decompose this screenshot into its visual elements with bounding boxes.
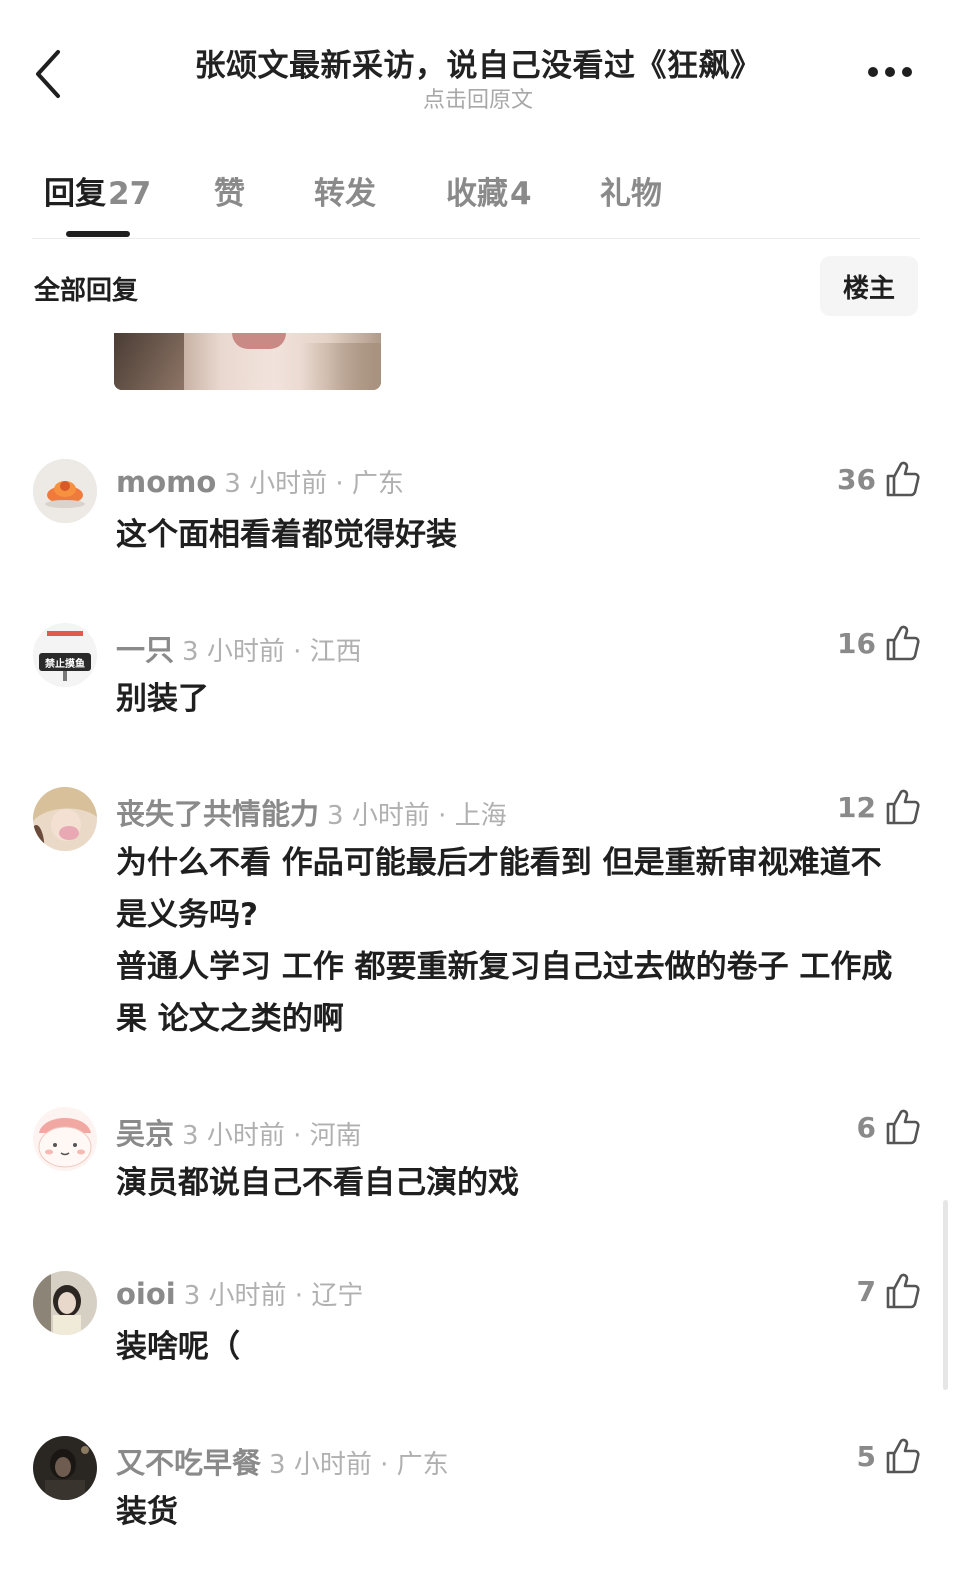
tab-replies[interactable]: 回复27 [44, 168, 151, 213]
comment-meta: 3 小时前 · 江西 [182, 637, 362, 667]
username[interactable]: oioi [116, 1277, 176, 1311]
avatar[interactable]: 禁止摸鱼 [33, 623, 97, 687]
avatar[interactable] [33, 459, 97, 523]
tab-count: 27 [108, 176, 152, 212]
avatar[interactable] [33, 1271, 97, 1335]
avatar-image [33, 787, 97, 851]
avatar-sign-text: 禁止摸鱼 [45, 659, 85, 670]
thumbs-up-icon [886, 625, 920, 661]
like-count: 7 [856, 1274, 876, 1308]
comment-text: 别装了 [116, 681, 209, 717]
all-replies-label: 全部回复 [34, 276, 139, 306]
comment-image[interactable] [114, 333, 381, 390]
like-button[interactable]: 36 [837, 459, 920, 499]
tab-favorites[interactable]: 收藏4 [446, 168, 532, 213]
comment-text: 为什么不看 作品可能最后才能看到 但是重新审视难道不是义务吗? 普通人学习 工作… [116, 845, 893, 1037]
comment-meta: 3 小时前 · 辽宁 [183, 1281, 364, 1311]
view-original-link[interactable]: 点击回原文 [0, 82, 956, 114]
comment-meta: 3 小时前 · 广东 [224, 469, 404, 499]
comment-meta: 3 小时前 · 上海 [327, 801, 507, 831]
username[interactable]: 一只 [116, 633, 174, 667]
thumbs-up-icon [886, 1109, 920, 1145]
username[interactable]: 丧失了共情能力 [116, 797, 319, 831]
more-dots-icon [868, 67, 912, 77]
like-button[interactable]: 6 [857, 1107, 920, 1147]
tab-label: 收藏 [446, 176, 508, 212]
username[interactable]: 吴京 [116, 1117, 174, 1151]
comment-text: 演员都说自己不看自己演的戏 [116, 1165, 519, 1201]
active-tab-indicator [66, 231, 130, 237]
tab-label: 回复 [44, 176, 106, 212]
post-title: 张颂文最新采访，说自己没看过《狂飙》 [194, 48, 762, 84]
comment-text: 这个面相看着都觉得好装 [116, 517, 457, 553]
comment-text: 装货 [116, 1494, 178, 1530]
avatar[interactable] [33, 787, 97, 851]
avatar[interactable] [33, 1107, 97, 1171]
avatar-image [33, 1271, 97, 1335]
like-count: 16 [837, 626, 876, 660]
comment-meta: 3 小时前 · 广东 [269, 1450, 449, 1480]
thumbs-up-icon [886, 1438, 920, 1474]
tab-count: 4 [510, 176, 532, 212]
tab-gifts[interactable]: 礼物 [600, 168, 662, 213]
like-button[interactable]: 5 [857, 1436, 920, 1476]
avatar[interactable] [33, 1436, 97, 1500]
comment-meta: 3 小时前 · 河南 [182, 1121, 362, 1151]
tab-likes[interactable]: 赞 [214, 168, 245, 213]
comment-text: 装啥呢（ [116, 1329, 240, 1365]
avatar-image [33, 1436, 97, 1500]
more-button[interactable] [866, 62, 914, 82]
like-count: 12 [837, 790, 876, 824]
like-count: 6 [856, 1110, 876, 1144]
tab-label: 赞 [214, 176, 245, 212]
like-button[interactable]: 12 [837, 787, 920, 827]
tab-label: 礼物 [600, 176, 662, 212]
scrollbar[interactable] [943, 1200, 948, 1390]
tab-label: 转发 [314, 176, 376, 212]
comments-page: 张颂文最新采访，说自己没看过《狂飙》 点击回原文 回复27 赞 转发 收藏4 礼… [0, 0, 956, 1576]
like-count: 36 [837, 462, 876, 496]
tab-reposts[interactable]: 转发 [314, 168, 376, 213]
like-count: 5 [856, 1439, 876, 1473]
like-button[interactable]: 7 [857, 1271, 920, 1311]
op-only-button[interactable]: 楼主 [820, 256, 918, 316]
avatar-image [33, 459, 97, 523]
thumbs-up-icon [886, 1273, 920, 1309]
username[interactable]: momo [116, 465, 216, 499]
divider [32, 238, 920, 239]
avatar-image [33, 1107, 97, 1171]
username[interactable]: 又不吃早餐 [116, 1446, 261, 1480]
thumbs-up-icon [886, 789, 920, 825]
thumbs-up-icon [886, 461, 920, 497]
like-button[interactable]: 16 [837, 623, 920, 663]
